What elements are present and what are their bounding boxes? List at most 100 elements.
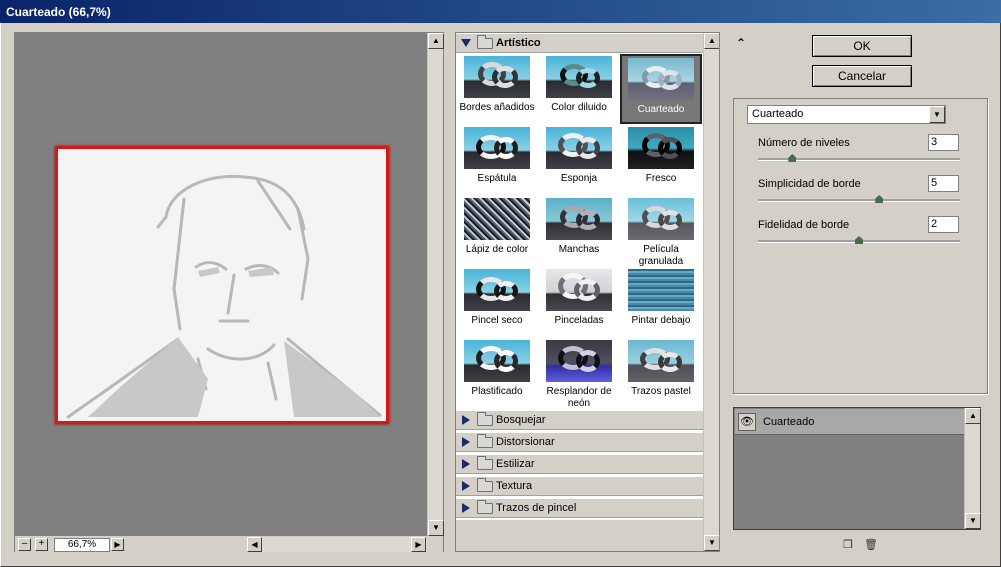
filter-thumb-pinceladas[interactable]: Pinceladas (538, 267, 620, 327)
folder-icon (477, 456, 493, 470)
filter-label: Manchas (558, 244, 600, 255)
filter-label: Cuarteado (637, 104, 685, 115)
filter-thumb-trazos-pastel[interactable]: Trazos pastel (620, 338, 702, 398)
ok-button[interactable]: OK (812, 35, 912, 57)
slider-knob[interactable] (875, 195, 884, 203)
filter-thumb-pelicula-granulada[interactable]: Película granulada (620, 196, 702, 268)
filter-thumb-cuarteado[interactable]: Cuarteado (620, 54, 702, 124)
preview-canvas[interactable] (15, 33, 427, 536)
cancel-button[interactable]: Cancelar (812, 65, 912, 87)
filter-label: Trazos pastel (631, 386, 691, 397)
folder-icon (477, 478, 493, 492)
thumbnail-image (464, 269, 530, 311)
niveles-input[interactable]: 3 (928, 134, 959, 151)
filter-thumb-manchas[interactable]: Manchas (538, 196, 620, 256)
category-label: Bosquejar (496, 414, 546, 426)
filter-select[interactable]: Cuarteado ▼ (747, 105, 946, 124)
filter-thumb-lapiz-de-color[interactable]: Lápiz de color (456, 196, 538, 256)
filter-thumb-esponja[interactable]: Esponja (538, 125, 620, 185)
category-label: Distorsionar (496, 436, 555, 448)
zoom-menu-button[interactable]: ▶ (111, 538, 124, 551)
category-bosquejar[interactable]: Bosquejar (456, 410, 703, 430)
filter-thumb-plastificado[interactable]: Plastificado (456, 338, 538, 398)
category-label: Artístico (496, 37, 541, 49)
scroll-up-button[interactable]: ▲ (704, 33, 719, 49)
gallery-empty-area (456, 520, 703, 551)
scroll-right-button[interactable]: ▶ (411, 537, 426, 552)
thumbnail-image (546, 198, 612, 240)
filter-thumbnails: Bordes añadidos Color diluido Cuarteado … (456, 54, 703, 409)
folder-icon (477, 35, 493, 49)
expand-arrow-icon (461, 39, 471, 47)
category-distorsionar[interactable]: Distorsionar (456, 432, 703, 452)
zoom-level-field[interactable]: 66,7% (54, 538, 110, 552)
zoom-in-button[interactable]: + (35, 538, 48, 551)
scroll-down-button[interactable]: ▼ (965, 513, 981, 529)
scroll-left-button[interactable]: ◀ (247, 537, 262, 552)
window-titlebar: Cuarteado (66,7%) (0, 0, 1001, 23)
filter-settings-panel: Cuarteado ▼ Número de niveles 3 Simplici… (733, 98, 988, 394)
filter-label: Pinceladas (554, 315, 604, 326)
fidelidad-input[interactable]: 2 (928, 216, 959, 233)
collapsed-arrow-icon (462, 415, 470, 425)
thumbnail-image (628, 58, 694, 100)
scroll-up-button[interactable]: ▲ (428, 33, 444, 49)
fidelidad-slider[interactable] (758, 236, 960, 244)
filter-thumb-fresco[interactable]: Fresco (620, 125, 702, 185)
param-label-fidelidad: Fidelidad de borde (758, 219, 850, 231)
effect-layer-row[interactable]: 👁 Cuarteado (735, 409, 964, 435)
filter-label: Color diluido (551, 102, 607, 113)
filter-label: Plastificado (471, 386, 523, 397)
dropdown-arrow-icon[interactable]: ▼ (929, 106, 945, 123)
filter-label: Resplandor de neón (546, 386, 612, 409)
preview-pane: ▲ ▼ – + 66,7% ▶ ◀ ▶ (14, 32, 444, 552)
folder-icon (477, 412, 493, 426)
filter-thumb-color-diluido[interactable]: Color diluido (538, 54, 620, 114)
filter-label: Fresco (645, 173, 677, 184)
simplicidad-slider[interactable] (758, 195, 960, 203)
filter-thumb-pincel-seco[interactable]: Pincel seco (456, 267, 538, 327)
thumbnail-image (546, 127, 612, 169)
slider-knob[interactable] (855, 236, 863, 244)
filter-label: Pintar debajo (631, 315, 691, 326)
slider-knob[interactable] (788, 154, 797, 162)
effect-layers-panel: 👁 Cuarteado ▲ ▼ (733, 407, 981, 530)
scroll-down-button[interactable]: ▼ (704, 535, 719, 551)
zoom-out-button[interactable]: – (18, 538, 31, 551)
preview-horizontal-scrollbar[interactable]: ◀ ▶ (247, 537, 427, 552)
preview-image (55, 146, 389, 424)
filter-label: Lápiz de color (465, 244, 529, 255)
collapsed-arrow-icon (462, 437, 470, 447)
filter-gallery: Artístico Bordes añadidos Color diluido … (455, 32, 720, 552)
category-artistico[interactable]: Artístico (456, 33, 703, 53)
layers-vertical-scrollbar[interactable]: ▲ ▼ (964, 408, 981, 529)
scroll-up-button[interactable]: ▲ (965, 408, 981, 424)
trash-icon[interactable]: 🗑 (864, 539, 878, 551)
thumbnail-image (546, 269, 612, 311)
simplicidad-input[interactable]: 5 (928, 175, 959, 192)
gallery-vertical-scrollbar[interactable]: ▲ ▼ (703, 33, 719, 551)
new-layer-icon[interactable]: ❐ (842, 539, 854, 551)
thumbnail-image (546, 340, 612, 382)
niveles-slider[interactable] (758, 154, 960, 162)
filter-thumb-bordes-anadidos[interactable]: Bordes añadidos (456, 54, 538, 114)
filter-thumb-espatula[interactable]: Espátula (456, 125, 538, 185)
filter-label: Película granulada (638, 244, 684, 267)
folder-icon (477, 500, 493, 514)
filter-label: Espátula (477, 173, 517, 184)
filter-label: Bordes añadidos (459, 102, 535, 113)
filter-label: Pincel seco (471, 315, 523, 326)
category-estilizar[interactable]: Estilizar (456, 454, 703, 474)
filter-thumb-pintar-debajo[interactable]: Pintar debajo (620, 267, 702, 327)
preview-vertical-scrollbar[interactable]: ▲ ▼ (427, 33, 444, 536)
filter-thumb-resplandor-de-neon[interactable]: Resplandor de neón (538, 338, 620, 410)
collapse-gallery-icon[interactable]: ⌃ (736, 36, 746, 50)
eye-icon[interactable]: 👁 (738, 413, 756, 431)
collapsed-arrow-icon (462, 459, 470, 469)
param-label-niveles: Número de niveles (758, 137, 850, 149)
scroll-down-button[interactable]: ▼ (428, 520, 444, 536)
category-trazos-de-pincel[interactable]: Trazos de pincel (456, 498, 703, 518)
category-label: Estilizar (496, 458, 535, 470)
thumbnail-image (464, 198, 530, 240)
category-textura[interactable]: Textura (456, 476, 703, 496)
